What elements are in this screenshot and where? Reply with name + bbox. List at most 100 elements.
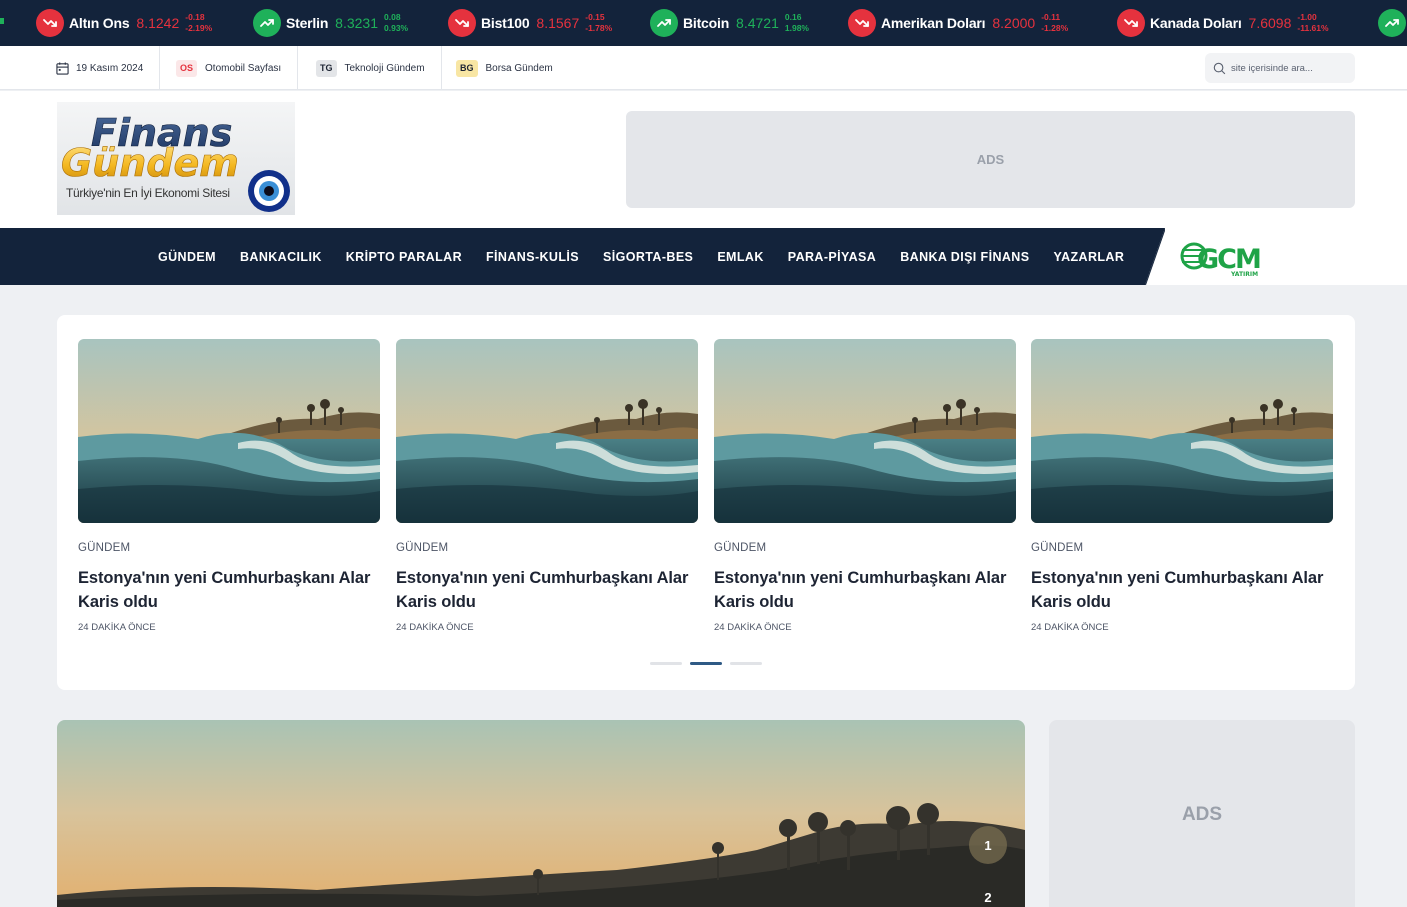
nav-item-7[interactable]: BANKA DIŞI FİNANS [900, 250, 1029, 264]
logo-tagline: Türkiye'nin En İyi Ekonomi Sitesi [66, 186, 230, 200]
ticker-change: 0.16 1.98% [785, 12, 809, 34]
ticker-item[interactable]: Bist100 8.1567 -0.15 -1.78% [448, 9, 612, 37]
nav-item-2[interactable]: KRİPTO PARALAR [346, 250, 462, 264]
site-header: Finans Gündem Türkiye'nin En İyi Ekonomi… [0, 91, 1407, 228]
nav-item-0[interactable]: GÜNDEM [158, 250, 216, 264]
trend-down-icon [1117, 9, 1145, 37]
ticker-name: Sterlin [286, 15, 329, 31]
ticker-value: 7.6098 [1248, 15, 1292, 31]
ticker-value: 8.1567 [536, 15, 580, 31]
nav-item-4[interactable]: SİGORTA-BES [603, 250, 693, 264]
ticker-value: 8.1242 [136, 15, 180, 31]
news-card-time: 24 DAKİKA ÖNCE [396, 622, 474, 633]
nav-item-3[interactable]: FİNANS-KULİS [486, 250, 579, 264]
feature-page-1-button[interactable]: 1 [969, 826, 1007, 864]
trend-down-icon [848, 9, 876, 37]
slider-dot[interactable] [690, 662, 722, 665]
site-logo[interactable]: Finans Gündem Türkiye'nin En İyi Ekonomi… [57, 102, 295, 215]
ads-label: ADS [976, 152, 1005, 167]
calendar-icon [56, 61, 69, 75]
os-badge-icon: OS [176, 59, 198, 77]
news-card[interactable]: GÜNDEM Estonya'nın yeni Cumhurbaşkanı Ala… [78, 339, 380, 633]
news-card-category[interactable]: GÜNDEM [714, 542, 1016, 554]
main-navigation: GÜNDEM BANKACILIK KRİPTO PARALAR FİNANS-KUL… [0, 228, 1407, 285]
news-card[interactable]: GÜNDEM Estonya'nın yeni Cumhurbaşkanı Ala… [396, 339, 698, 633]
ticker-value: 8.2000 [992, 15, 1036, 31]
svg-text:Gündem: Gündem [61, 141, 239, 185]
ticker-change-percent: -1.78% [585, 23, 613, 33]
news-card-image[interactable] [714, 339, 1016, 523]
link-teknoloji-gundem[interactable]: TG Teknoloji Gündem [300, 46, 442, 90]
date-display: 19 Kasım 2024 [40, 46, 161, 90]
nav-item-1[interactable]: BANKACILIK [240, 250, 322, 264]
ticker-change-percent: -2.19% [185, 23, 213, 33]
ticker-change-percent: -11.61% [1297, 23, 1329, 33]
ticker-change-percent: 1.98% [784, 23, 809, 33]
trend-down-icon [448, 9, 476, 37]
news-card-time: 24 DAKİKA ÖNCE [1031, 622, 1109, 633]
ticker-change: -0.18 -2.19% [185, 12, 212, 34]
slider-dot[interactable] [650, 662, 682, 665]
news-card-image[interactable] [78, 339, 380, 523]
news-card-title[interactable]: Estonya'nın yeni Cumhurbaşkanı Alar Kari… [78, 566, 380, 614]
news-card[interactable]: GÜNDEM Estonya'nın yeni Cumhurbaşkanı Ala… [714, 339, 1016, 633]
news-card-image[interactable] [396, 339, 698, 523]
ticker-item[interactable]: Kanada Doları 7.6098 -1.00 -11.61% [1117, 9, 1329, 37]
market-ticker: Altın Ons 8.1242 -0.18 -2.19% Sterlin 8.3231 0… [0, 0, 1407, 46]
ticker-change-amount: -0.18 [185, 12, 205, 22]
link-label: Borsa Gündem [485, 62, 553, 74]
ticker-change-amount: 0.08 [384, 12, 401, 22]
evil-eye-icon [248, 170, 290, 212]
ticker-change: 0.08 0.93% [384, 12, 408, 34]
ticker-change-amount: 0.16 [784, 12, 802, 22]
sidebar-ad-banner[interactable]: ADS [1049, 720, 1355, 907]
ticker-name: Altın Ons [69, 15, 130, 31]
trend-up-icon [1378, 9, 1406, 37]
news-card-category[interactable]: GÜNDEM [1031, 542, 1333, 554]
news-card-image[interactable] [1031, 339, 1333, 523]
link-otomobil-sayfasi[interactable]: OS Otomobil Sayfası [160, 46, 299, 90]
slider-dot[interactable] [730, 662, 762, 665]
nav-item-5[interactable]: EMLAK [717, 250, 763, 264]
link-label: Otomobil Sayfası [205, 62, 282, 74]
ticker-value: 8.3231 [335, 15, 378, 31]
link-borsa-gundem[interactable]: BG Borsa Gündem [440, 46, 569, 90]
top-utility-bar: 19 Kasım 2024 OS Otomobil Sayfası TG Tek… [0, 46, 1407, 90]
gcm-logo-icon: GCM YATIRIM [1180, 242, 1262, 278]
ticker-item[interactable]: Amerikan Doları 8.2000 -0.11 -1.28% [848, 9, 1068, 37]
news-card-title[interactable]: Estonya'nın yeni Cumhurbaşkanı Alar Kari… [396, 566, 698, 614]
news-card-time: 24 DAKİKA ÖNCE [78, 622, 156, 633]
ticker-name: Kanada Doları [1150, 15, 1242, 31]
slider-pagination [650, 662, 770, 665]
ticker-change: -1.00 -11.61% [1297, 12, 1328, 34]
news-card[interactable]: GÜNDEM Estonya'nın yeni Cumhurbaşkanı Ala… [1031, 339, 1333, 633]
trend-up-icon [650, 9, 678, 37]
ticker-change-percent: -1.28% [1041, 23, 1069, 33]
nav-item-6[interactable]: PARA-PİYASA [788, 250, 876, 264]
search-icon [1213, 62, 1226, 74]
trend-down-icon [36, 9, 64, 37]
link-label: Teknoloji Gündem [344, 62, 425, 74]
bg-badge-icon: BG [456, 59, 478, 77]
search-input[interactable] [1231, 62, 1351, 74]
news-card-title[interactable]: Estonya'nın yeni Cumhurbaşkanı Alar Kari… [1031, 566, 1333, 614]
ticker-item[interactable]: Bitcoin 8.4721 0.16 1.98% [650, 9, 809, 37]
ticker-change-amount: -0.15 [585, 12, 605, 22]
search-box[interactable] [1205, 53, 1355, 83]
top-ad-banner[interactable]: ADS [626, 111, 1355, 208]
news-card-category[interactable]: GÜNDEM [396, 542, 698, 554]
tg-badge-icon: TG [316, 59, 337, 77]
gcm-partner-logo[interactable]: GCM YATIRIM [1180, 236, 1270, 278]
ticker-edge-fragment [0, 18, 4, 24]
news-card-category[interactable]: GÜNDEM [78, 542, 380, 554]
svg-text:YATIRIM: YATIRIM [1230, 271, 1258, 278]
featured-news-image[interactable]: 1 2 [57, 720, 1025, 907]
ticker-item[interactable]: Sterlin 8.3231 0.08 0.93% [253, 9, 408, 37]
news-card-title[interactable]: Estonya'nın yeni Cumhurbaşkanı Alar Kari… [714, 566, 1016, 614]
ticker-name: Bist100 [481, 15, 530, 31]
ticker-item[interactable]: Altın Ons 8.1242 -0.18 -2.19% [36, 9, 212, 37]
nav-menu: GÜNDEM BANKACILIK KRİPTO PARALAR FİNANS-KUL… [146, 228, 1136, 285]
ticker-change-amount: -1.00 [1297, 12, 1317, 22]
ticker-change: -0.15 -1.78% [585, 12, 612, 34]
nav-item-8[interactable]: YAZARLAR [1053, 250, 1124, 264]
